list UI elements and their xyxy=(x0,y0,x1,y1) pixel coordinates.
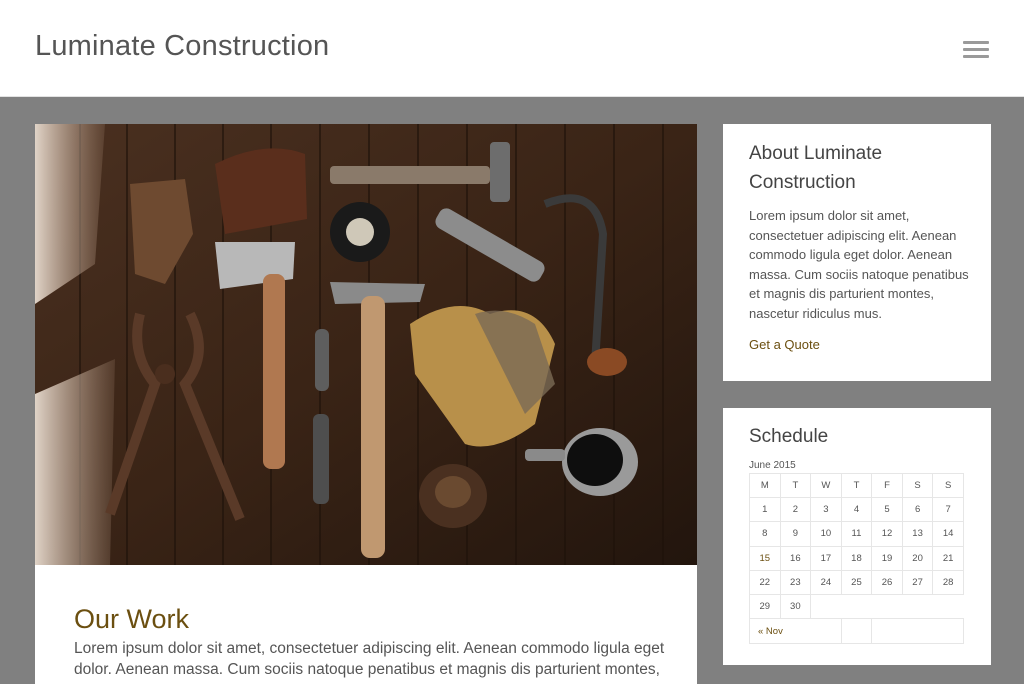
site-title[interactable]: Luminate Construction xyxy=(35,30,329,63)
get-a-quote-link[interactable]: Get a Quote xyxy=(749,337,820,352)
calendar-day: 14 xyxy=(932,521,964,547)
calendar-day: 6 xyxy=(901,496,934,523)
calendar-day: 30 xyxy=(779,594,812,620)
calendar-day: 5 xyxy=(871,496,903,523)
weekday-header: T xyxy=(779,473,812,498)
weekday-header: T xyxy=(840,473,873,498)
calendar-pad-cell xyxy=(840,618,873,644)
hamburger-menu-icon[interactable] xyxy=(960,38,992,64)
about-widget-title: About Luminate Construction xyxy=(749,143,883,193)
calendar-day: 27 xyxy=(901,569,934,596)
calendar-day: 11 xyxy=(840,521,873,547)
calendar-day: 24 xyxy=(810,569,842,596)
calendar-caption: June 2015 xyxy=(749,460,796,471)
calendar-day: 28 xyxy=(932,569,964,596)
calendar-day: 19 xyxy=(871,545,903,571)
calendar-week: 22 23 24 25 26 27 28 xyxy=(749,569,964,596)
calendar-day: 26 xyxy=(871,569,903,596)
calendar-day: 8 xyxy=(749,521,781,547)
site-header: Luminate Construction xyxy=(0,0,1024,97)
calendar-day-today[interactable]: 15 xyxy=(749,545,781,571)
calendar-day: 17 xyxy=(810,545,842,571)
menu-bar xyxy=(963,55,989,58)
calendar-day: 2 xyxy=(779,496,812,523)
weekday-header: M xyxy=(749,473,781,498)
menu-bar xyxy=(963,41,989,44)
post-title[interactable]: Our Work xyxy=(74,604,189,635)
calendar-day: 7 xyxy=(932,496,964,523)
calendar-nav-row: « Nov xyxy=(749,618,964,644)
weekday-header: S xyxy=(932,473,964,498)
calendar-day: 13 xyxy=(901,521,934,547)
calendar-day: 18 xyxy=(840,545,873,571)
calendar-week: 1 2 3 4 5 6 7 xyxy=(749,496,964,523)
menu-bar xyxy=(963,48,989,51)
calendar-next-cell xyxy=(871,618,964,644)
calendar-day: 10 xyxy=(810,521,842,547)
calendar-day: 16 xyxy=(779,545,812,571)
calendar-day: 21 xyxy=(932,545,964,571)
about-widget-text: Lorem ipsum dolor sit amet, consectetuer… xyxy=(749,208,969,321)
calendar-day: 4 xyxy=(840,496,873,523)
calendar-empty-cell xyxy=(810,594,964,619)
schedule-widget: Schedule June 2015 M T W T F S S 1 2 3 4… xyxy=(723,408,991,665)
post-excerpt: Lorem ipsum dolor sit amet, consectetuer… xyxy=(74,640,665,678)
calendar-prev-link[interactable]: « Nov xyxy=(749,618,842,644)
calendar-day: 3 xyxy=(810,496,842,523)
calendar-week: 15 16 17 18 19 20 21 xyxy=(749,545,964,571)
weekday-header: W xyxy=(810,473,842,498)
calendar-week: 29 30 xyxy=(749,594,964,620)
weekday-header: F xyxy=(871,473,903,498)
calendar-day: 25 xyxy=(840,569,873,596)
calendar-table: M T W T F S S 1 2 3 4 5 6 7 8 9 10 11 12… xyxy=(749,473,964,644)
calendar-week: 8 9 10 11 12 13 14 xyxy=(749,521,964,547)
tools-photo xyxy=(35,124,697,565)
calendar-day: 22 xyxy=(749,569,781,596)
calendar-day: 12 xyxy=(871,521,903,547)
calendar-day: 1 xyxy=(749,496,781,523)
post-card xyxy=(35,124,697,684)
about-widget: About Luminate Construction Lorem ipsum … xyxy=(723,124,991,381)
weekday-header: S xyxy=(901,473,934,498)
calendar-day: 9 xyxy=(779,521,812,547)
calendar-day: 29 xyxy=(749,594,781,620)
calendar-day: 20 xyxy=(901,545,934,571)
schedule-widget-title: Schedule xyxy=(749,426,829,447)
hero-image[interactable] xyxy=(35,124,697,565)
calendar-day: 23 xyxy=(779,569,812,596)
